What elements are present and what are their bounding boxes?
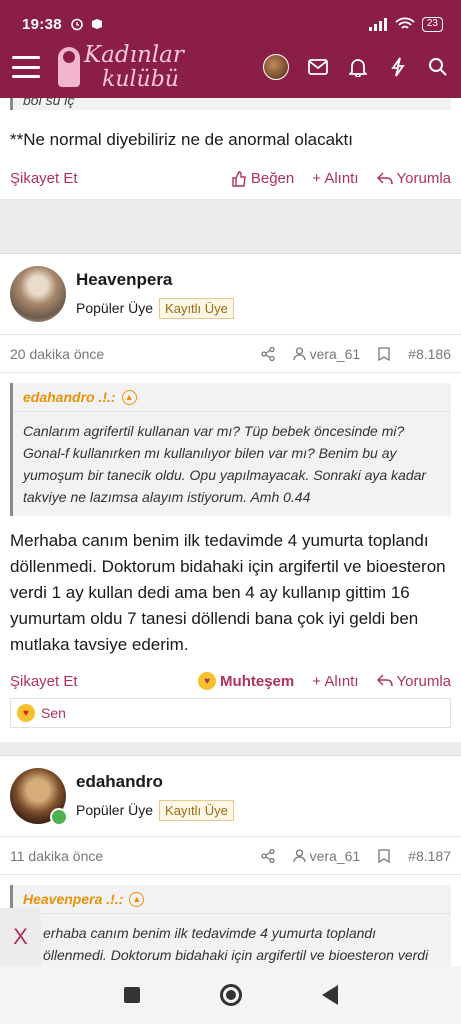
quote-author: edahandro .!.: bbox=[23, 389, 116, 405]
box-icon bbox=[91, 19, 102, 29]
author-role-row: Popüler Üye Kayıtlı Üye bbox=[76, 799, 234, 821]
bolt-icon[interactable] bbox=[387, 56, 409, 78]
like-label: Beğen bbox=[250, 170, 295, 187]
online-status-icon bbox=[50, 808, 68, 826]
reply-icon bbox=[376, 674, 393, 687]
arrow-up-icon: ▲ bbox=[121, 389, 137, 405]
quote-button[interactable]: + Alıntı bbox=[312, 673, 358, 690]
back-icon[interactable] bbox=[321, 985, 338, 1005]
post-time[interactable]: 20 dakika önce bbox=[10, 346, 104, 362]
quote-block: Heavenpera .!.: ▲ erhaba canım benim ilk… bbox=[10, 885, 451, 971]
mention-user[interactable]: vera_61 bbox=[292, 847, 361, 864]
reply-icon bbox=[376, 171, 393, 184]
mention-username: vera_61 bbox=[309, 345, 361, 362]
post-author-block: Heavenpera Popüler Üye Kayıtlı Üye bbox=[0, 254, 461, 335]
author-role: Popüler Üye bbox=[76, 802, 154, 818]
header-actions bbox=[263, 54, 449, 80]
logo-text: Kadınlar kulübü bbox=[84, 43, 184, 90]
post-8186: Heavenpera Popüler Üye Kayıtlı Üye 20 da… bbox=[0, 254, 461, 728]
report-button[interactable]: Şikayet Et bbox=[10, 170, 78, 187]
post-body: Merhaba canım benim ilk tedavimde 4 yumu… bbox=[10, 531, 446, 654]
author-avatar[interactable] bbox=[10, 266, 66, 322]
reacted-by: Sen bbox=[41, 705, 66, 721]
quote-header[interactable]: Heavenpera .!.: ▲ bbox=[13, 885, 451, 914]
logo-figure-icon bbox=[58, 46, 80, 87]
member-badge: Kayıtlı Üye bbox=[159, 297, 234, 319]
heart-eyes-emoji-icon: ♥ bbox=[198, 672, 217, 690]
like-button[interactable]: Beğen bbox=[231, 170, 294, 187]
user-icon bbox=[292, 346, 306, 360]
post-author-block: edahandro Popüler Üye Kayıtlı Üye bbox=[0, 756, 461, 837]
reaction-label: Muhteşem bbox=[220, 672, 295, 690]
quote-button[interactable]: + Alıntı bbox=[312, 170, 358, 187]
arrow-up-icon: ▲ bbox=[129, 891, 145, 907]
post-meta: 11 dakika önce vera_61 #8.187 bbox=[0, 837, 461, 875]
reactions-summary[interactable]: ♥ Sen bbox=[10, 698, 451, 728]
status-right: 23 bbox=[368, 16, 443, 32]
mail-icon[interactable] bbox=[307, 56, 329, 78]
reply-label: Yorumla bbox=[396, 672, 451, 690]
post-separator bbox=[0, 200, 461, 254]
quote-tail: bol su iç bbox=[10, 98, 451, 110]
mention-user[interactable]: vera_61 bbox=[292, 345, 361, 362]
post-previous: bol su iç **Ne normal diyebiliriz ne de … bbox=[0, 98, 461, 200]
author-username[interactable]: edahandro bbox=[76, 772, 234, 792]
home-icon[interactable] bbox=[219, 984, 242, 1006]
alarm-icon bbox=[71, 18, 83, 31]
bookmark-icon[interactable] bbox=[378, 848, 390, 863]
status-time: 19:38 bbox=[22, 15, 62, 33]
share-icon[interactable] bbox=[260, 346, 275, 361]
signal-icon bbox=[368, 18, 387, 31]
reply-button[interactable]: Yorumla bbox=[376, 170, 451, 187]
wifi-icon bbox=[395, 17, 415, 29]
search-icon[interactable] bbox=[427, 56, 449, 78]
user-avatar[interactable] bbox=[263, 54, 289, 80]
logo-line-1: Kadınlar bbox=[84, 42, 184, 69]
recent-apps-icon[interactable] bbox=[123, 987, 140, 1003]
close-ad-button[interactable]: X bbox=[0, 908, 41, 966]
bell-icon[interactable] bbox=[347, 56, 369, 78]
post-separator bbox=[0, 742, 461, 756]
post-number[interactable]: #8.186 bbox=[408, 346, 451, 362]
author-avatar[interactable] bbox=[10, 768, 68, 826]
author-role-row: Popüler Üye Kayıtlı Üye bbox=[76, 297, 234, 319]
logo-line-2: kulübü bbox=[102, 66, 179, 92]
post-number[interactable]: #8.187 bbox=[408, 848, 451, 864]
quote-author: Heavenpera .!.: bbox=[23, 891, 124, 907]
post-actions: Şikayet Et ♥ Muhteşem + Alıntı Yorumla bbox=[0, 672, 461, 690]
reply-label: Yorumla bbox=[396, 170, 451, 187]
battery-indicator: 23 bbox=[421, 16, 443, 32]
reaction-button[interactable]: ♥ Muhteşem bbox=[198, 672, 294, 690]
author-role: Popüler Üye bbox=[76, 300, 154, 316]
share-icon[interactable] bbox=[260, 848, 275, 863]
post-meta: 20 dakika önce vera_61 #8.186 bbox=[0, 335, 461, 373]
post-time[interactable]: 11 dakika önce bbox=[10, 848, 103, 864]
quote-block: edahandro .!.: ▲ Canlarım agrifertil kul… bbox=[10, 383, 451, 516]
reply-button[interactable]: Yorumla bbox=[376, 672, 451, 690]
status-notification-icons bbox=[70, 17, 104, 31]
site-logo[interactable]: Kadınlar kulübü bbox=[58, 43, 184, 91]
mention-username: vera_61 bbox=[309, 847, 361, 864]
quote-text: erhaba canım benim ilk tedavimde 4 yumur… bbox=[43, 925, 429, 963]
member-badge: Kayıtlı Üye bbox=[159, 799, 234, 821]
user-icon bbox=[292, 848, 306, 862]
thread-content: bol su iç **Ne normal diyebiliriz ne de … bbox=[0, 98, 461, 971]
post-body: **Ne normal diyebiliriz ne de anormal ol… bbox=[10, 130, 353, 149]
thumbs-up-icon bbox=[232, 170, 246, 187]
system-nav-bar bbox=[0, 966, 461, 1024]
report-button[interactable]: Şikayet Et bbox=[10, 673, 78, 690]
app-header: Kadınlar kulübü bbox=[0, 36, 461, 98]
heart-eyes-emoji-icon: ♥ bbox=[17, 704, 35, 722]
author-username[interactable]: Heavenpera bbox=[76, 270, 234, 290]
post-8187: edahandro Popüler Üye Kayıtlı Üye 11 dak… bbox=[0, 756, 461, 971]
quote-header[interactable]: edahandro .!.: ▲ bbox=[13, 383, 451, 412]
post-actions: Şikayet Et Beğen + Alıntı Yorumla bbox=[0, 170, 461, 187]
menu-icon[interactable] bbox=[12, 56, 40, 78]
bookmark-icon[interactable] bbox=[378, 346, 390, 361]
quote-text: Canlarım agrifertil kullanan var mı? Tüp… bbox=[23, 423, 427, 505]
